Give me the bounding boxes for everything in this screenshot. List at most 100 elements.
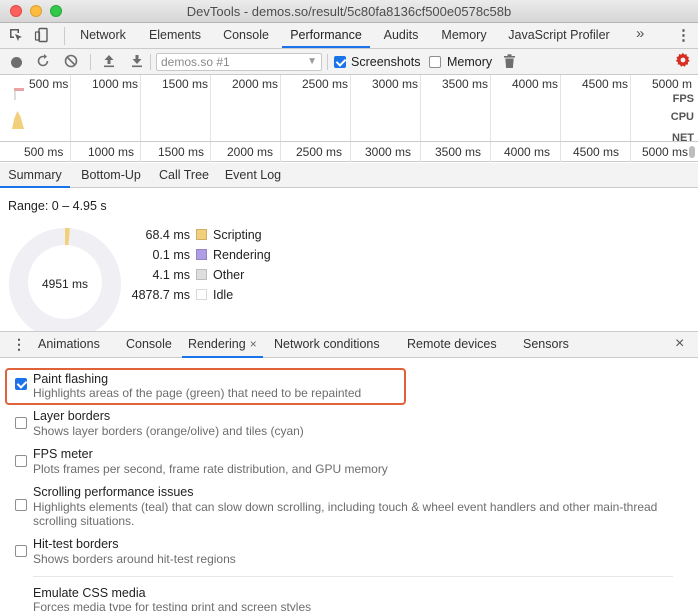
tab-memory[interactable]: Memory [434,23,494,48]
tab-performance[interactable]: Performance [282,23,370,48]
more-tabs-button[interactable]: » [636,25,644,42]
grid-line [350,75,351,141]
summary-range: Range: 0 – 4.95 s [8,199,107,213]
layer-borders-checkbox[interactable] [15,417,27,429]
ruler-tick: 2000 ms [227,145,274,159]
legend-swatch-other [196,269,207,280]
grid-line [280,75,281,141]
upload-icon[interactable] [102,54,116,72]
summary-total: 4951 ms [41,277,89,291]
grid-line [630,75,631,141]
screenshots-label[interactable]: Screenshots [351,55,420,69]
tab-console[interactable]: Console [218,23,274,48]
paint-flashing-title[interactable]: Paint flashing [33,372,108,386]
timeline-overview[interactable]: 500 ms 1000 ms 1500 ms 2000 ms 2500 ms 3… [0,75,698,142]
grid-line [280,142,281,162]
memory-label[interactable]: Memory [447,55,492,69]
timeline-ruler: 500 ms 1000 ms 1500 ms 2000 ms 2500 ms 3… [0,142,698,162]
profile-select[interactable]: demos.so #1 ▼ [156,53,322,71]
ruler-tick: 4000 ms [504,145,551,159]
tab-bottom-up[interactable]: Bottom-Up [76,163,146,188]
cpu-activity-mark [12,111,24,129]
tab-elements[interactable]: Elements [144,23,206,48]
legend-swatch-idle [196,289,207,300]
timeline-scrollbar[interactable] [689,146,695,158]
fps-mark [14,88,24,91]
customize-menu-icon[interactable]: ⋮ [676,26,691,44]
toolbar-separator [150,54,151,70]
fps-meter-desc: Plots frames per second, frame rate dist… [33,462,388,476]
overview-tick: 5000 m [652,77,693,91]
fps-meter-title[interactable]: FPS meter [33,447,93,461]
grid-line [560,75,561,141]
window-title: DevTools - demos.so/result/5c80fa8136cf5… [186,4,512,19]
close-drawer-icon[interactable]: × [675,335,684,353]
legend-value-scripting: 68.4 ms [145,228,190,242]
drawer-tab-rendering[interactable]: Rendering × [182,332,263,358]
overview-tick: 3000 ms [372,77,419,91]
grid-line [70,142,71,162]
drawer-tab-network-conditions[interactable]: Network conditions [274,332,380,358]
ruler-tick: 3500 ms [435,145,482,159]
hit-test-borders-desc: Shows borders around hit-test regions [33,552,236,566]
tab-call-tree[interactable]: Call Tree [154,163,214,188]
drawer-tab-rendering-label: Rendering [188,337,246,351]
scrolling-performance-checkbox[interactable] [15,499,27,511]
paint-flashing-checkbox[interactable] [15,378,27,390]
overview-tick: 4000 ms [512,77,559,91]
overview-tick: 4500 ms [582,77,629,91]
emulate-css-media-title[interactable]: Emulate CSS media [33,586,146,600]
grid-line [420,75,421,141]
tab-javascript-profiler[interactable]: JavaScript Profiler [504,23,614,48]
overview-tick: 1500 ms [162,77,209,91]
scrolling-performance-title[interactable]: Scrolling performance issues [33,485,194,499]
trash-icon[interactable] [503,54,516,73]
legend-value-other: 4.1 ms [152,268,190,282]
grid-line [490,75,491,141]
device-toolbar-icon[interactable] [34,27,50,46]
grid-line [420,142,421,162]
inspect-element-icon[interactable] [8,27,24,46]
main-tabbar: Network Elements Console Performance Aud… [0,23,698,49]
grid-line [560,142,561,162]
record-button[interactable] [11,57,22,68]
summary-panel: Range: 0 – 4.95 s 4951 ms 68.4 ms Script… [0,189,698,340]
drawer-tab-sensors[interactable]: Sensors [523,332,569,358]
tab-event-log[interactable]: Event Log [222,163,284,188]
legend-name-idle: Idle [213,288,234,302]
drawer-tab-animations[interactable]: Animations [38,332,100,358]
drawer-menu-icon[interactable]: ⋮ [12,336,26,353]
profile-select-value: demos.so #1 [161,55,230,69]
legend-name-other: Other [213,268,245,282]
gear-icon[interactable] [675,52,691,73]
overview-tick: 2000 ms [232,77,279,91]
fps-meter-checkbox[interactable] [15,455,27,467]
screenshots-checkbox[interactable] [334,56,346,68]
grid-line [490,142,491,162]
tab-summary[interactable]: Summary [0,163,70,188]
scrolling-performance-desc: Highlights elements (teal) that can slow… [33,500,658,528]
reload-icon[interactable] [36,54,50,72]
overview-tick: 2500 ms [302,77,349,91]
drawer-tab-console[interactable]: Console [126,332,172,358]
net-track-label: NET [672,132,694,142]
download-icon[interactable] [130,54,144,72]
ruler-tick: 500 ms [24,145,64,159]
layer-borders-title[interactable]: Layer borders [33,409,110,423]
tab-network[interactable]: Network [74,23,132,48]
ruler-tick: 2500 ms [296,145,343,159]
drawer-tabbar: ⋮ Animations Console Rendering × Network … [0,331,698,358]
toolbar-separator [327,54,328,70]
hit-test-borders-title[interactable]: Hit-test borders [33,537,118,551]
tab-audits[interactable]: Audits [378,23,424,48]
grid-line [70,75,71,141]
legend-value-idle: 4878.7 ms [131,288,190,302]
clear-icon[interactable] [64,54,78,72]
legend-swatch-rendering [196,249,207,260]
drawer-tab-remote-devices[interactable]: Remote devices [407,332,497,358]
close-tab-icon[interactable]: × [250,337,257,351]
grid-line [350,142,351,162]
toolbar-separator [90,54,91,70]
hit-test-borders-checkbox[interactable] [15,545,27,557]
memory-checkbox[interactable] [429,56,441,68]
